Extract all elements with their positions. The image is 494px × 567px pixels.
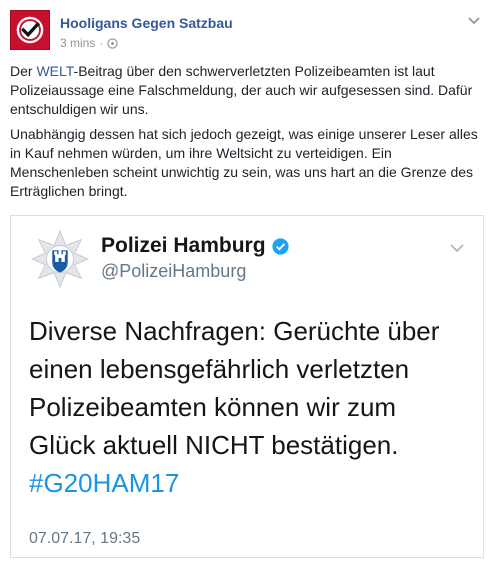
embedded-tweet-image[interactable]: Polizei Hamburg @PolizeiHamburg Diverse … <box>10 215 484 558</box>
tweet-hashtag[interactable]: #G20HAM17 <box>29 464 469 502</box>
page-name-link[interactable]: Hooligans Gegen Satzbau <box>60 15 233 31</box>
tweet-timestamp[interactable]: 07.07.17, 19:35 <box>29 530 140 548</box>
welt-link[interactable]: WELT <box>36 63 73 79</box>
post-time[interactable]: 3 mins <box>60 36 95 50</box>
paragraph1-text-start: Der <box>10 63 37 79</box>
post-meta: 3 mins · <box>60 36 119 50</box>
page-avatar[interactable] <box>10 10 50 50</box>
tweet-options-chevron-icon[interactable] <box>449 242 465 254</box>
globe-icon <box>107 37 119 49</box>
tweet-card: Polizei Hamburg @PolizeiHamburg Diverse … <box>11 216 483 557</box>
post-body: Der WELT-Beitrag über den schwerverletzt… <box>10 62 484 207</box>
post-paragraph-1: Der WELT-Beitrag über den schwerverletzt… <box>10 62 484 119</box>
post-header: Hooligans Gegen Satzbau 3 mins · <box>10 10 484 52</box>
verified-badge-icon <box>271 237 289 255</box>
post-options-chevron-icon[interactable] <box>466 12 482 28</box>
account-name-text: Polizei Hamburg <box>101 234 266 257</box>
police-star-logo-icon <box>31 230 89 288</box>
post-paragraph-2: Unabhängig dessen hat sich jedoch gezeig… <box>10 126 478 199</box>
meta-separator: · <box>99 36 104 50</box>
paragraph1-text-end: -Beitrag über den schwerverletzten Poliz… <box>10 63 473 117</box>
tweet-body-text: Diverse Nachfragen: Gerüchte über einen … <box>29 316 440 460</box>
tweet-handle[interactable]: @PolizeiHamburg <box>101 261 246 282</box>
tweet-account-name[interactable]: Polizei Hamburg <box>101 234 289 258</box>
tweet-text: Diverse Nachfragen: Gerüchte über einen … <box>29 312 469 502</box>
